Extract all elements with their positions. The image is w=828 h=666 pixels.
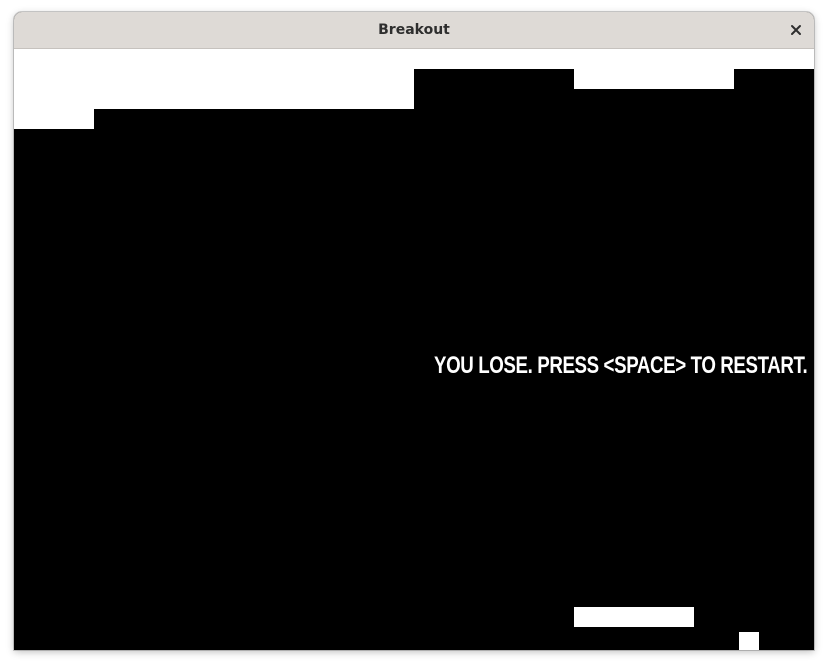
brick [14,89,414,109]
game-over-message: YOU LOSE. PRESS <SPACE> TO RESTART. [434,352,808,379]
brick [14,49,814,69]
brick [14,69,414,89]
paddle[interactable] [574,607,694,627]
title-bar: Breakout [14,12,814,49]
close-icon [791,25,801,35]
close-button[interactable] [784,18,808,42]
game-canvas[interactable]: YOU LOSE. PRESS <SPACE> TO RESTART. [14,49,814,650]
brick [574,69,734,89]
game-window: Breakout YOU LOSE. PRESS <SPACE> TO REST… [14,12,814,650]
window-title: Breakout [378,22,450,38]
ball [739,632,759,650]
brick [14,109,94,129]
